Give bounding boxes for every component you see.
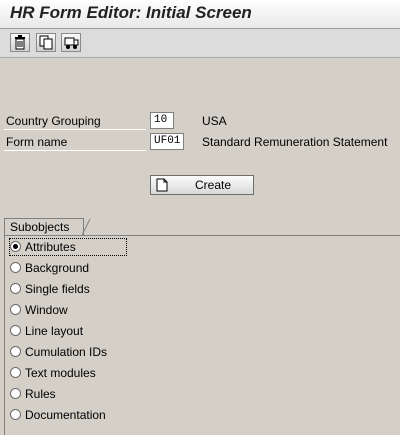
delete-icon <box>15 35 25 50</box>
radio-label: Single fields <box>25 282 90 296</box>
radio-button[interactable] <box>10 241 21 252</box>
radio-option-text-modules[interactable]: Text modules <box>10 364 96 382</box>
delete-button[interactable] <box>10 33 30 52</box>
radio-label: Window <box>25 303 68 317</box>
radio-label: Attributes <box>25 240 76 254</box>
form-name-input[interactable]: UF01 <box>150 133 184 150</box>
transport-button[interactable] <box>61 33 81 52</box>
radio-button[interactable] <box>10 262 21 273</box>
radio-option-rules[interactable]: Rules <box>10 385 56 403</box>
country-grouping-description: USA <box>202 114 227 128</box>
document-icon <box>156 178 168 192</box>
group-tab-corner <box>82 218 91 236</box>
radio-button[interactable] <box>10 346 21 357</box>
copy-icon <box>39 35 53 50</box>
application-toolbar <box>0 29 400 58</box>
form-name-description: Standard Remuneration Statement <box>202 135 388 149</box>
radio-option-single-fields[interactable]: Single fields <box>10 280 90 298</box>
transport-icon <box>64 37 79 49</box>
copy-button[interactable] <box>36 33 56 52</box>
radio-button[interactable] <box>10 304 21 315</box>
radio-label: Background <box>25 261 90 275</box>
country-grouping-label: Country Grouping <box>4 113 146 130</box>
radio-option-cumulation-ids[interactable]: Cumulation IDs <box>10 343 107 361</box>
radio-label: Line layout <box>25 324 84 338</box>
radio-option-line-layout[interactable]: Line layout <box>10 322 83 340</box>
radio-option-window[interactable]: Window <box>10 301 68 319</box>
radio-option-attributes[interactable]: Attributes <box>10 238 76 256</box>
radio-button[interactable] <box>10 367 21 378</box>
radio-option-documentation[interactable]: Documentation <box>10 406 106 424</box>
subobjects-group-title: Subobjects <box>4 218 84 235</box>
radio-label: Rules <box>25 387 56 401</box>
radio-label: Text modules <box>25 366 96 380</box>
radio-button[interactable] <box>10 325 21 336</box>
title-bar: HR Form Editor: Initial Screen <box>0 0 400 29</box>
radio-option-background[interactable]: Background <box>10 259 89 277</box>
page-title: HR Form Editor: Initial Screen <box>10 3 252 22</box>
radio-label: Documentation <box>25 408 106 422</box>
radio-button[interactable] <box>10 388 21 399</box>
radio-label: Cumulation IDs <box>25 345 108 359</box>
create-button[interactable]: Create <box>150 175 254 195</box>
form-name-label: Form name <box>4 134 146 151</box>
radio-button[interactable] <box>10 409 21 420</box>
radio-button[interactable] <box>10 283 21 294</box>
country-grouping-input[interactable]: 10 <box>150 112 174 129</box>
create-button-label: Create <box>195 178 232 192</box>
